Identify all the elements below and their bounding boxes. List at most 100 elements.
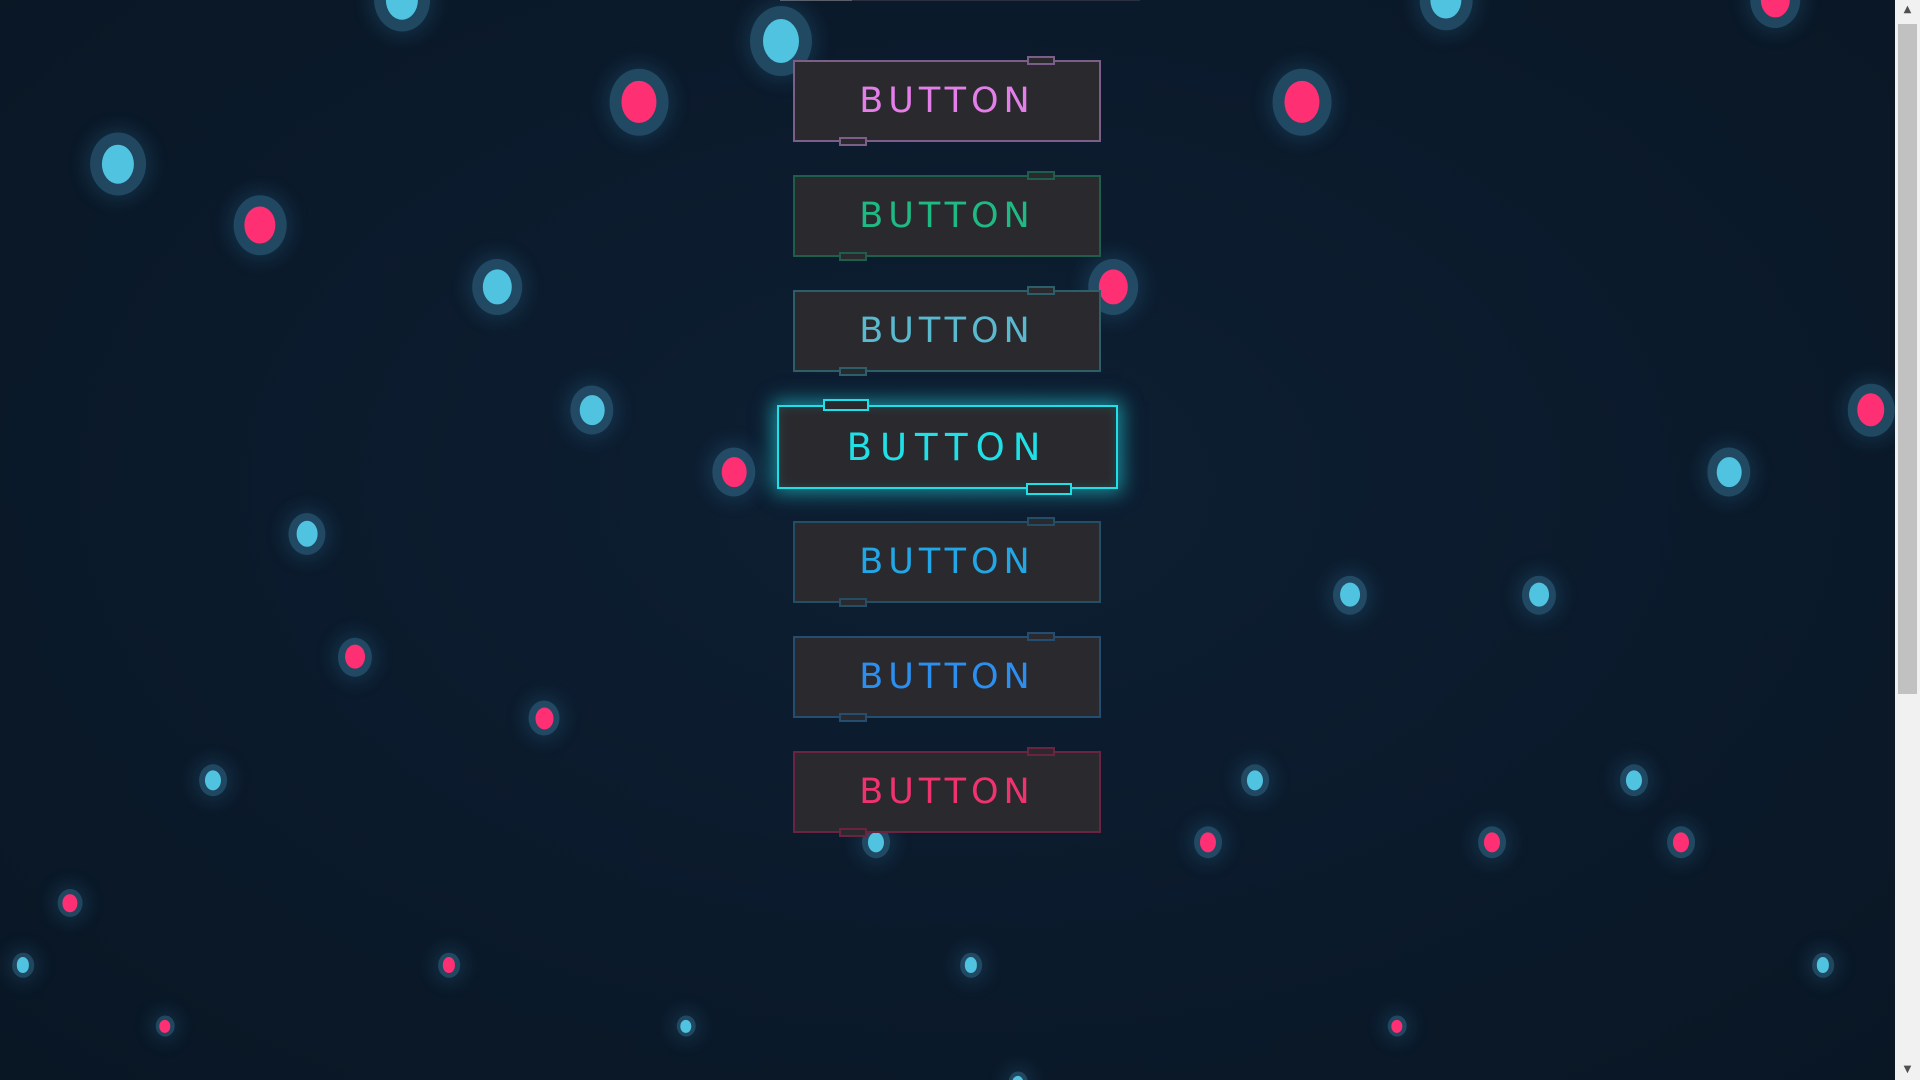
pink-particle — [1387, 1015, 1407, 1037]
cyan-particle — [1241, 764, 1269, 796]
particle-core — [1284, 81, 1320, 123]
button-label: BUTTON — [859, 81, 1035, 121]
button-5[interactable]: BUTTON — [793, 517, 1101, 607]
button-4-active[interactable]: BUTTON — [777, 399, 1118, 495]
corner-accent — [839, 137, 867, 146]
corner-accent — [839, 713, 867, 722]
cyan-particle — [676, 1015, 696, 1037]
vertical-scrollbar[interactable]: ▲ ▼ — [1895, 0, 1920, 1080]
cyan-particle — [1707, 447, 1751, 497]
button-7[interactable]: BUTTON — [793, 747, 1101, 837]
pink-particle — [609, 68, 669, 136]
pink-particle — [155, 1015, 175, 1037]
pink-particle — [1847, 383, 1895, 437]
particle-core — [721, 456, 747, 488]
particle-core — [244, 206, 276, 244]
button-label: BUTTON — [859, 196, 1035, 236]
cyan-particle — [90, 132, 146, 196]
pink-particle — [712, 447, 756, 497]
particle-core — [579, 394, 605, 426]
particle-core — [964, 957, 978, 973]
cyan-particle — [1521, 575, 1557, 615]
button-2[interactable]: BUTTON — [793, 171, 1101, 261]
particle-core — [482, 269, 512, 305]
particle-core — [16, 957, 30, 973]
cyan-particle — [1812, 952, 1834, 978]
particle-core — [1340, 582, 1360, 608]
corner-accent — [1027, 56, 1055, 65]
pink-particle — [1478, 826, 1506, 858]
particle-core — [680, 1019, 692, 1033]
cyan-particle — [960, 952, 982, 978]
cyan-particle — [1419, 0, 1473, 30]
corner-accent — [839, 828, 867, 837]
button-label: BUTTON — [859, 542, 1035, 582]
particle-core — [345, 644, 365, 670]
particle-core — [1625, 770, 1643, 790]
particle-core — [621, 81, 657, 123]
particle-core — [204, 770, 222, 790]
cyan-particle — [288, 513, 326, 555]
pink-particle — [233, 195, 287, 255]
particle-core — [867, 832, 885, 852]
top-decorative-strip — [780, 0, 1140, 1]
particle-core — [1012, 1075, 1024, 1080]
pink-particle — [1194, 826, 1222, 858]
particle-core — [1483, 832, 1501, 852]
button-label: BUTTON — [846, 425, 1049, 469]
pink-particle — [57, 889, 83, 917]
corner-accent — [839, 598, 867, 607]
particle-core — [763, 19, 799, 63]
cyan-particle — [472, 259, 522, 315]
particle-core — [535, 707, 553, 729]
particle-core — [1816, 957, 1830, 973]
cyan-particle — [12, 952, 34, 978]
corner-accent — [839, 367, 867, 376]
scroll-down-arrow-icon[interactable]: ▼ — [1895, 1060, 1920, 1080]
particle-core — [1760, 0, 1790, 18]
particle-core — [442, 957, 456, 973]
pink-particle — [1667, 826, 1695, 858]
scroll-up-arrow-icon[interactable]: ▲ — [1895, 0, 1920, 20]
scrollbar-thumb[interactable] — [1898, 24, 1917, 694]
cyan-particle — [1620, 764, 1648, 796]
particle-core — [296, 520, 318, 548]
particle-core — [1672, 832, 1690, 852]
particle-core — [101, 144, 135, 184]
particle-core — [385, 0, 419, 20]
button-6[interactable]: BUTTON — [793, 632, 1101, 722]
particle-core — [62, 894, 78, 912]
particle-core — [1246, 770, 1264, 790]
cyan-particle — [374, 0, 430, 32]
particle-core — [1857, 393, 1885, 427]
pink-particle — [1272, 68, 1332, 136]
corner-accent — [1026, 483, 1072, 495]
corner-accent — [839, 252, 867, 261]
pink-particle — [1750, 0, 1800, 28]
cyan-particle — [1332, 575, 1368, 615]
corner-accent — [1027, 286, 1055, 295]
corner-accent — [823, 399, 869, 411]
particle-core — [1391, 1019, 1403, 1033]
corner-accent — [1027, 517, 1055, 526]
cyan-particle — [570, 385, 614, 435]
particle-core — [1430, 0, 1462, 19]
corner-accent — [1027, 171, 1055, 180]
cyan-particle — [199, 764, 227, 796]
cyan-particle — [1008, 1071, 1028, 1080]
canvas-background: BUTTON BUTTON BUTTON BUTTON BUTTON BUTTO… — [0, 0, 1895, 1080]
particle-core — [1098, 269, 1128, 305]
corner-accent — [1027, 747, 1055, 756]
particle-core — [159, 1019, 171, 1033]
particle-core — [1199, 832, 1217, 852]
corner-accent — [1027, 632, 1055, 641]
pink-particle — [528, 700, 560, 736]
pink-particle — [438, 952, 460, 978]
button-label: BUTTON — [859, 772, 1035, 812]
particle-core — [1716, 456, 1742, 488]
button-label: BUTTON — [859, 311, 1035, 351]
pink-particle — [337, 637, 373, 677]
button-1[interactable]: BUTTON — [793, 56, 1101, 146]
button-3[interactable]: BUTTON — [793, 286, 1101, 376]
button-label: BUTTON — [859, 657, 1035, 697]
